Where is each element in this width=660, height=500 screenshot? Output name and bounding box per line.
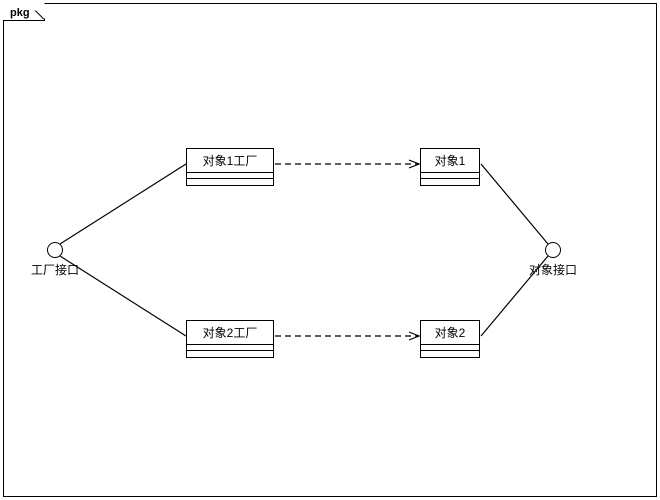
class-object2-name: 对象2 [421,321,479,345]
class-factory2-name: 对象2工厂 [187,321,273,345]
interface-object-label: 对象接口 [529,261,577,278]
package-label: pkg [10,7,30,19]
class-factory1-name: 对象1工厂 [187,149,273,173]
class-object1-name: 对象1 [421,149,479,173]
interface-factory-label: 工厂接口 [31,261,79,278]
class-factory1: 对象1工厂 [186,148,274,186]
class-object2: 对象2 [420,320,480,358]
class-object1: 对象1 [420,148,480,186]
class-object1-ops [421,179,479,185]
class-factory2: 对象2工厂 [186,320,274,358]
class-factory2-ops [187,351,273,357]
interface-object-circle [545,242,561,258]
interface-factory-circle [47,242,63,258]
class-object2-ops [421,351,479,357]
class-factory1-ops [187,179,273,185]
